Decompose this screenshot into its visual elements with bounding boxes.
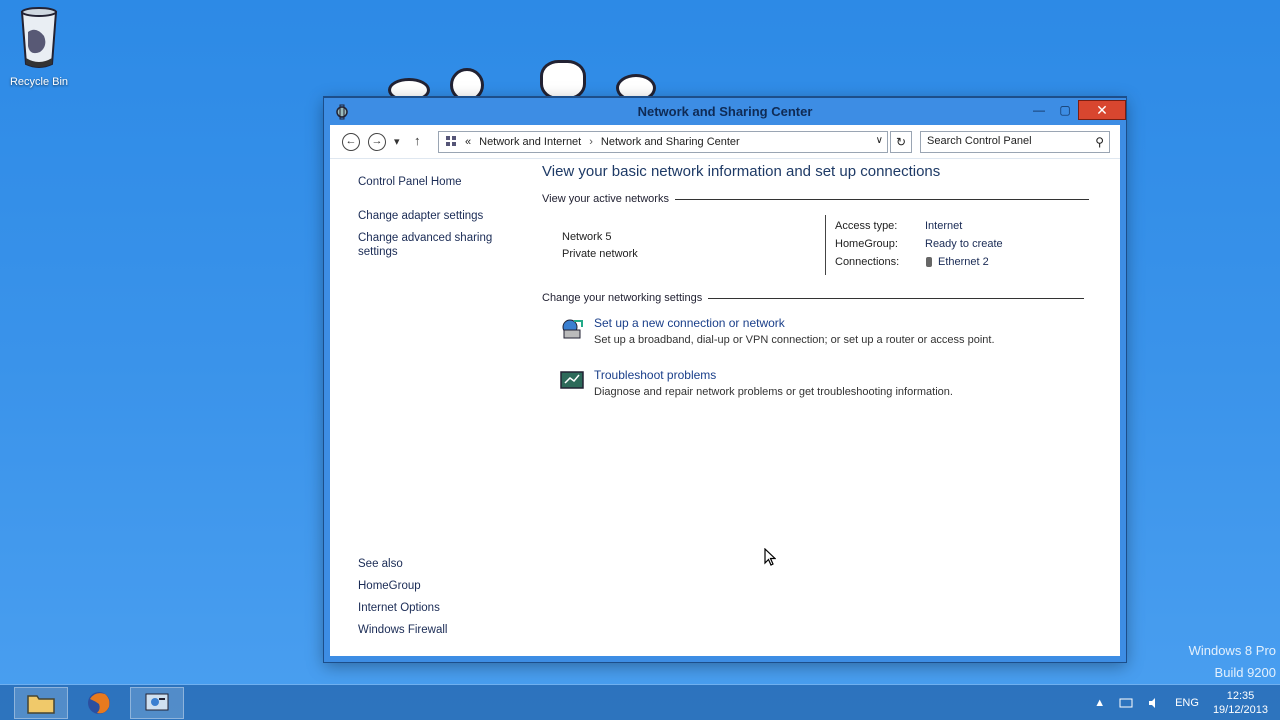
page-heading: View your basic network information and …	[542, 163, 941, 180]
network-setup-icon	[560, 317, 584, 339]
search-placeholder: Search Control Panel	[927, 135, 1032, 147]
section-divider	[708, 297, 1085, 299]
breadcrumb-network-sharing[interactable]: Network and Sharing Center	[601, 136, 740, 148]
show-hidden-icons-button[interactable]: ▲	[1094, 697, 1105, 709]
troubleshoot-icon	[560, 369, 584, 391]
network-type: Private network	[562, 248, 638, 260]
breadcrumb-overflow[interactable]: «	[465, 136, 471, 148]
firefox-icon	[88, 692, 110, 714]
address-bar[interactable]: « Network and Internet › Network and Sha…	[438, 131, 888, 153]
network-name: Network 5	[562, 231, 612, 243]
active-networks-section: View your active networks	[542, 193, 1089, 205]
homegroup-label: HomeGroup:	[835, 238, 898, 250]
mouse-pointer-icon	[764, 548, 776, 566]
homegroup-link[interactable]: HomeGroup	[358, 579, 421, 593]
up-button[interactable]: ↑	[414, 133, 421, 148]
internet-options-link[interactable]: Internet Options	[358, 601, 440, 615]
troubleshoot-description: Diagnose and repair network problems or …	[594, 386, 953, 398]
left-pane: Control Panel Home Change adapter settin…	[358, 159, 528, 656]
clock[interactable]: 12:35 19/12/2013	[1213, 689, 1268, 717]
see-also-title: See also	[358, 558, 403, 570]
clock-time: 12:35	[1226, 690, 1255, 702]
breadcrumb-separator[interactable]: ›	[589, 136, 593, 148]
connections-label: Connections:	[835, 256, 900, 268]
folder-icon	[27, 695, 55, 714]
minimize-button[interactable]: —	[1026, 100, 1052, 120]
recycle-bin-icon	[18, 6, 60, 70]
language-indicator[interactable]: ENG	[1175, 697, 1199, 709]
network-center-taskbar-button[interactable]	[130, 687, 184, 719]
refresh-button[interactable]: ↻	[890, 131, 912, 153]
maximize-button[interactable]: ▢	[1052, 100, 1078, 120]
taskbar: ▲ ENG 12:35 19/12/2013	[0, 684, 1280, 720]
ethernet-connection-label: Ethernet 2	[938, 256, 989, 268]
search-input[interactable]: Search Control Panel ⚲	[920, 131, 1110, 153]
section-divider	[674, 198, 1089, 200]
title-bar[interactable]: Network and Sharing Center — ▢ ✕	[324, 97, 1126, 125]
network-properties: Access type: Internet HomeGroup: Ready t…	[835, 217, 1003, 271]
breadcrumb-network-internet[interactable]: Network and Internet	[479, 136, 581, 148]
change-advanced-sharing-link[interactable]: Change advanced sharing	[358, 231, 492, 245]
back-button[interactable]: ←	[342, 133, 360, 151]
control-panel-small-icon	[445, 135, 457, 150]
firefox-taskbar-button[interactable]	[72, 687, 126, 719]
ethernet-icon	[926, 257, 932, 267]
troubleshoot-task[interactable]: Troubleshoot problems Diagnose and repai…	[560, 367, 953, 401]
recycle-bin-label: Recycle Bin	[9, 76, 69, 88]
volume-icon[interactable]	[1147, 697, 1161, 709]
network-tray-icon[interactable]	[1119, 697, 1133, 709]
troubleshoot-link[interactable]: Troubleshoot problems	[594, 367, 953, 383]
clock-date: 19/12/2013	[1212, 704, 1268, 716]
recent-pages-button[interactable]: ▾	[394, 135, 400, 148]
setup-connection-link[interactable]: Set up a new connection or network	[594, 315, 995, 331]
homegroup-status-link[interactable]: Ready to create	[925, 235, 1003, 253]
network-sharing-window: Network and Sharing Center — ▢ ✕ ← → ▾ ↑…	[324, 97, 1126, 662]
window-title: Network and Sharing Center	[637, 104, 813, 119]
change-settings-section: Change your networking settings	[542, 292, 1085, 304]
main-content: View your basic network information and …	[542, 159, 1100, 656]
change-adapter-settings-link[interactable]: Change adapter settings	[358, 209, 483, 223]
search-icon[interactable]: ⚲	[1095, 135, 1104, 149]
setup-connection-task[interactable]: Set up a new connection or network Set u…	[560, 315, 995, 349]
recycle-bin-shortcut[interactable]: Recycle Bin	[8, 6, 70, 88]
network-divider	[825, 215, 826, 275]
forward-button[interactable]: →	[368, 133, 386, 151]
network-info: Network 5 Private network	[562, 229, 638, 263]
setup-connection-description: Set up a broadband, dial-up or VPN conne…	[594, 334, 995, 346]
decorative-shape	[540, 60, 586, 100]
windows-firewall-link[interactable]: Windows Firewall	[358, 623, 447, 637]
windows-watermark: Windows 8 Pro Build 9200	[1188, 643, 1276, 680]
access-type-value: Internet	[925, 220, 963, 232]
control-panel-taskbar-icon	[145, 693, 169, 711]
close-button[interactable]: ✕	[1078, 100, 1126, 120]
address-dropdown-icon[interactable]: ∨	[876, 135, 883, 146]
navigation-bar: ← → ▾ ↑ « Network and Internet › Network…	[330, 125, 1120, 159]
ethernet-connection-link[interactable]: Ethernet 2	[925, 253, 989, 271]
file-explorer-taskbar-button[interactable]	[14, 687, 68, 719]
change-advanced-sharing-link-cont[interactable]: settings	[358, 245, 398, 259]
access-type-label: Access type:	[835, 220, 898, 232]
system-tray: ▲ ENG 12:35 19/12/2013	[1094, 685, 1268, 720]
control-panel-home-link[interactable]: Control Panel Home	[358, 175, 462, 189]
